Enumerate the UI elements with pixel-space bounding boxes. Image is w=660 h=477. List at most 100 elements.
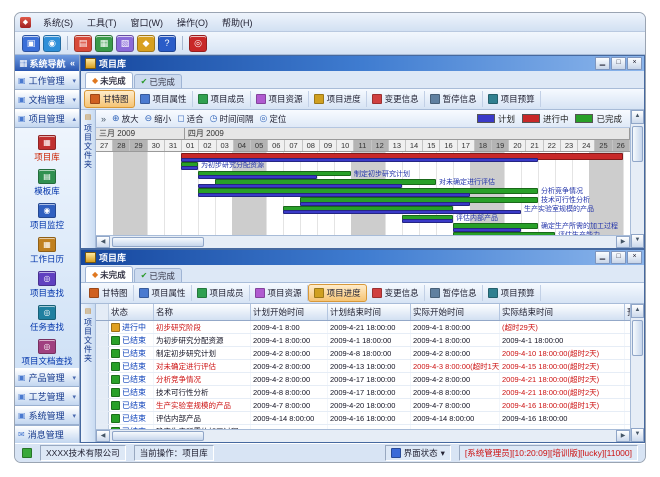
- ui-mode-selector[interactable]: 界面状态 ▾: [385, 445, 451, 461]
- gantt-toolbar-button[interactable]: ◎定位: [260, 113, 287, 125]
- view-tab[interactable]: 项目预算: [483, 91, 541, 107]
- sidebar-panel-header[interactable]: ▣工作管理▾: [15, 71, 79, 90]
- sidebar-item[interactable]: ◎项目文档查找: [15, 336, 79, 368]
- table-row[interactable]: 已结束生产实验室规模的产品2009-4-7 8:00:002009-4-20 1…: [96, 399, 630, 412]
- row-selector[interactable]: [96, 386, 109, 398]
- gantt-toolbar-button[interactable]: ◷时间间隔: [210, 113, 254, 125]
- collapse-icon[interactable]: «: [70, 58, 75, 68]
- network-icon[interactable]: ◉: [43, 35, 61, 52]
- vertical-scrollbar[interactable]: ▲ ▼: [630, 304, 644, 442]
- table-row[interactable]: 进行中初步研究阶段2009-4-1 8:002009-4-21 18:00:00…: [96, 321, 630, 334]
- table-row[interactable]: 已结束对未确定进行评估2009-4-2 8:00:002009-4-13 18:…: [96, 360, 630, 373]
- table-row[interactable]: 已结束分析竞争情况2009-4-2 8:00:002009-4-17 18:00…: [96, 373, 630, 386]
- view-tab[interactable]: 项目进度: [309, 91, 367, 107]
- scroll-up-arrow[interactable]: ▲: [631, 110, 644, 124]
- menu-item[interactable]: 操作(O): [170, 15, 215, 30]
- vertical-scrollbar[interactable]: ▲ ▼: [630, 110, 644, 248]
- row-selector[interactable]: [96, 360, 109, 372]
- folder-panel-tab[interactable]: ▤ 项目文件夹: [81, 304, 96, 442]
- view-tab[interactable]: 变更信息: [367, 91, 425, 107]
- sidebar-panel-project[interactable]: ▣ 项目管理 ▴: [15, 109, 79, 128]
- filter-tab[interactable]: ◆未完成: [85, 72, 133, 88]
- table-column-header[interactable]: 名称: [154, 304, 251, 320]
- gantt-toolbar-button[interactable]: ◻适合: [177, 113, 204, 125]
- sidebar-panel-header[interactable]: ▣产品管理▾: [15, 368, 79, 387]
- row-selector[interactable]: [96, 347, 109, 359]
- close-button[interactable]: ×: [627, 57, 642, 70]
- tree-icon[interactable]: ▧: [116, 35, 134, 52]
- table-row[interactable]: 已结束为初步研究分配资源2009-4-1 8:00:002009-4-1 18:…: [96, 334, 630, 347]
- gantt-bar-actual[interactable]: [453, 232, 555, 235]
- sidebar-panel-header[interactable]: ▣系统管理▾: [15, 406, 79, 425]
- view-tab[interactable]: 甘特图: [84, 285, 134, 301]
- scroll-thumb[interactable]: [632, 320, 643, 356]
- view-tab[interactable]: 暂停信息: [425, 91, 483, 107]
- horizontal-scrollbar[interactable]: ◀ ▶: [96, 429, 630, 442]
- table-column-header[interactable]: 实际结束时间: [500, 304, 625, 320]
- menu-item[interactable]: 系统(S): [36, 15, 80, 30]
- report-icon[interactable]: ▤: [74, 35, 92, 52]
- table-row[interactable]: 已结束制定初步研究计划2009-4-2 8:00:002009-4-8 18:0…: [96, 347, 630, 360]
- sidebar-item[interactable]: ◎任务查找: [15, 302, 79, 336]
- table-column-header[interactable]: 计划开始时间: [251, 304, 328, 320]
- window-titlebar[interactable]: 项目库 ▁□×: [81, 56, 644, 71]
- view-tab[interactable]: 项目资源: [251, 91, 309, 107]
- view-tab[interactable]: 甘特图: [84, 90, 135, 108]
- row-selector[interactable]: [96, 412, 109, 424]
- sidebar-tab-messages[interactable]: ✉ 消息管理: [15, 425, 79, 443]
- scroll-left-arrow[interactable]: ◀: [96, 430, 110, 442]
- gantt-toolbar-button[interactable]: ⊖缩小: [145, 113, 172, 125]
- sidebar-item[interactable]: ▦工作日历: [15, 234, 79, 268]
- menu-item[interactable]: 帮助(H): [215, 15, 260, 30]
- filter-tab[interactable]: ✔已完成: [134, 74, 182, 88]
- view-tab[interactable]: 暂停信息: [425, 285, 483, 301]
- minimize-button[interactable]: ▁: [595, 57, 610, 70]
- table-row[interactable]: 已结束技术可行性分析2009-4-8 8:00:002009-4-17 18:0…: [96, 386, 630, 399]
- maximize-button[interactable]: □: [611, 251, 626, 264]
- minimize-button[interactable]: ▁: [595, 251, 610, 264]
- row-selector[interactable]: [96, 334, 109, 346]
- grid-icon[interactable]: ▦: [95, 35, 113, 52]
- view-tab[interactable]: 变更信息: [367, 285, 425, 301]
- row-selector[interactable]: [96, 373, 109, 385]
- lock-icon[interactable]: ◆: [137, 35, 155, 52]
- scroll-up-arrow[interactable]: ▲: [631, 304, 644, 318]
- scroll-right-arrow[interactable]: ▶: [616, 430, 630, 442]
- scroll-down-arrow[interactable]: ▼: [631, 234, 644, 248]
- window-titlebar[interactable]: 项目库 ▁□×: [81, 250, 644, 265]
- view-tab[interactable]: 项目属性: [135, 91, 193, 107]
- filter-tab[interactable]: ◆未完成: [85, 266, 133, 282]
- menu-item[interactable]: 工具(T): [80, 15, 124, 30]
- scroll-thumb[interactable]: [112, 237, 204, 247]
- menu-item[interactable]: 窗口(W): [124, 15, 171, 30]
- row-selector[interactable]: [96, 321, 109, 333]
- view-tab[interactable]: 项目成员: [193, 91, 251, 107]
- filter-tab[interactable]: ✔已完成: [134, 268, 182, 282]
- table-column-header[interactable]: 计划结束时间: [328, 304, 411, 320]
- scroll-down-arrow[interactable]: ▼: [631, 428, 644, 442]
- scroll-track[interactable]: [631, 124, 644, 234]
- row-selector[interactable]: [96, 399, 109, 411]
- view-tab[interactable]: 项目资源: [250, 285, 308, 301]
- overflow-chevron-icon[interactable]: »: [101, 114, 106, 124]
- maximize-button[interactable]: □: [611, 57, 626, 70]
- table-column-header[interactable]: 实际开始时间: [411, 304, 500, 320]
- view-tab[interactable]: 项目进度: [308, 284, 367, 302]
- scroll-right-arrow[interactable]: ▶: [616, 236, 630, 248]
- sidebar-item[interactable]: ◎项目查找: [15, 268, 79, 302]
- sidebar-item[interactable]: ▤模板库: [15, 166, 79, 200]
- table-column-header[interactable]: 状态: [109, 304, 154, 320]
- horizontal-scrollbar[interactable]: ◀ ▶: [96, 235, 630, 248]
- sidebar-panel-header[interactable]: ▣工艺管理▾: [15, 387, 79, 406]
- scroll-thumb[interactable]: [632, 126, 643, 162]
- folder-panel-tab[interactable]: ▤ 项目文件夹: [81, 110, 96, 248]
- scroll-thumb[interactable]: [112, 431, 204, 441]
- sidebar-item[interactable]: ◉项目监控: [15, 200, 79, 234]
- sidebar-panel-header[interactable]: ▣文档管理▾: [15, 90, 79, 109]
- scroll-track[interactable]: [110, 430, 616, 442]
- help-icon[interactable]: ?: [158, 35, 176, 52]
- exit-icon[interactable]: ◎: [189, 35, 207, 52]
- view-tab[interactable]: 项目预算: [483, 285, 541, 301]
- scroll-track[interactable]: [110, 236, 616, 248]
- close-button[interactable]: ×: [627, 251, 642, 264]
